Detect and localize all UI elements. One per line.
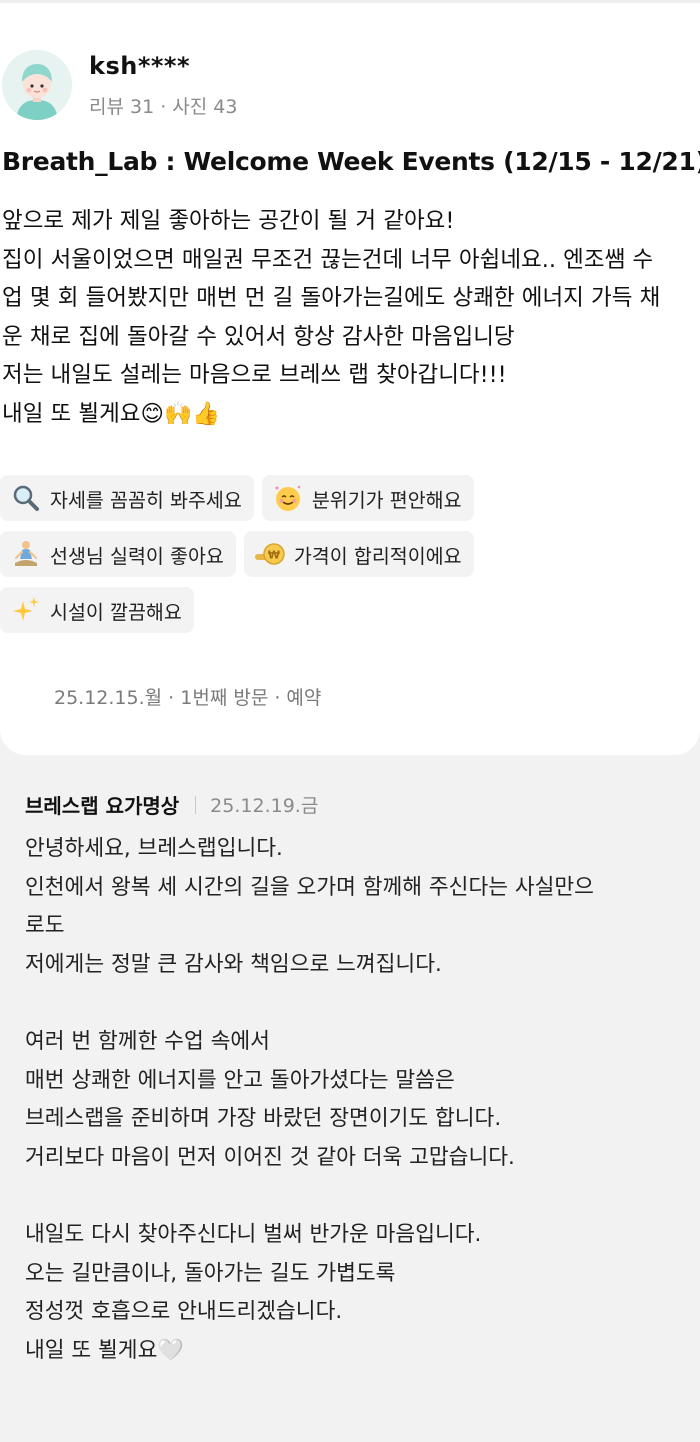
reply-line: 저에게는 정말 큰 감사와 책임으로 느껴집니다.: [25, 951, 442, 977]
reply-line: 내일 또 뵐게요🤍: [25, 1337, 185, 1363]
keyword-tag-label: 분위기가 편안해요: [311, 488, 462, 512]
reply-line: 안녕하세요, 브레스랩입니다.: [25, 836, 283, 861]
keyword-tag-label: 자세를 꼼꼼히 봐주세요: [50, 488, 242, 512]
reply-header: 브레스랩 요가명상 25.12.19.금: [25, 790, 318, 819]
review-title: Breath_Lab : Welcome Week Events (12/15 …: [2, 147, 700, 176]
coin-icon: ₩: [254, 538, 286, 570]
keyword-tag[interactable]: 분위기가 편안해요: [261, 475, 474, 521]
review-line: 내일 또 뵐게요😊🙌👍: [2, 400, 220, 427]
user-avatar-icon: [2, 50, 72, 120]
keyword-tag[interactable]: 선생님 실력이 좋아요: [0, 531, 236, 577]
keyword-tag-label: 가격이 합리적이에요: [293, 544, 462, 568]
reply-line: [25, 984, 685, 1023]
visit-info: 25.12.15.월 · 1번째 방문 · 예약: [54, 687, 322, 709]
keyword-tags-row: 자세를 꼼꼼히 봐주세요 분위기가 편안해요: [0, 475, 474, 521]
owner-reply: 브레스랩 요가명상 25.12.19.금 안녕하세요, 브레스랩입니다. 인천에…: [0, 760, 700, 1396]
review-line: 앞으로 제가 제일 좋아하는 공간이 될 거 같아요!: [2, 208, 455, 234]
reply-body: 안녕하세요, 브레스랩입니다. 인천에서 왕복 세 시간의 길을 오가며 함께해…: [25, 830, 685, 1370]
reply-line: 정성껏 호흡으로 안내드리겠습니다.: [25, 1299, 343, 1325]
sparkles-icon: [10, 594, 42, 626]
reply-line: [25, 1177, 685, 1216]
review-card: ksh**** 리뷰 31 · 사진 43 Breath_Lab : Welco…: [0, 0, 700, 755]
keyword-tags-row: 시설이 깔끔해요: [0, 587, 194, 633]
username[interactable]: ksh****: [89, 52, 190, 80]
reply-date: 25.12.19.금: [210, 795, 319, 817]
avatar[interactable]: [2, 50, 72, 120]
keyword-tag-label: 선생님 실력이 좋아요: [50, 544, 224, 568]
reply-line: 매번 상쾌한 에너지를 안고 돌아가셨다는 말씀은: [25, 1067, 455, 1093]
divider: [195, 795, 197, 814]
reply-line: 인천에서 왕복 세 시간의 길을 오가며 함께해 주신다는 사실만으: [25, 874, 594, 900]
reply-author: 브레스랩 요가명상: [25, 794, 180, 818]
review-line: 운 채로 집에 돌아갈 수 있어서 항상 감사한 마음입니당: [2, 323, 515, 350]
reply-line: 로도: [25, 913, 65, 939]
keyword-tag[interactable]: 시설이 깔끔해요: [0, 587, 194, 633]
reply-line: 거리보다 마음이 먼저 이어진 것 같아 더욱 고맙습니다.: [25, 1144, 515, 1170]
reply-line: 브레스랩을 준비하며 가장 바랐던 장면이기도 합니다.: [25, 1106, 502, 1132]
keyword-tag[interactable]: 자세를 꼼꼼히 봐주세요: [0, 475, 254, 521]
review-body: 앞으로 제가 제일 좋아하는 공간이 될 거 같아요! 집이 서울이었으면 매일…: [2, 202, 698, 433]
reply-line: 내일도 다시 찾아주신다니 벌써 반가운 마음입니다.: [25, 1221, 482, 1247]
meditation-person-icon: [10, 538, 42, 570]
review-line: 집이 서울이었으면 매일권 무조건 끊는건데 너무 아쉽네요.. 엔조쌤 수: [2, 246, 654, 273]
keyword-tag[interactable]: ₩ 가격이 합리적이에요: [243, 531, 474, 577]
svg-text:₩: ₩: [268, 549, 280, 562]
reply-line: 여러 번 함께한 수업 속에서: [25, 1028, 270, 1054]
user-review-stats: 리뷰 31 · 사진 43: [89, 96, 238, 118]
keyword-tags-row: 선생님 실력이 좋아요 ₩ 가격이 합리적이에요: [0, 531, 474, 577]
divider: [0, 0, 700, 3]
smiling-face-icon: [272, 482, 304, 514]
review-line: 업 몇 회 들어봤지만 매번 먼 길 돌아가는길에도 상쾌한 에너지 가득 채: [2, 285, 661, 311]
review-line: 저는 내일도 설레는 마음으로 브레쓰 랩 찾아갑니다!!!: [2, 362, 507, 388]
magnifier-icon: [10, 482, 42, 514]
reply-line: 오는 길만큼이나, 돌아가는 길도 가볍도록: [25, 1260, 396, 1286]
keyword-tag-label: 시설이 깔끔해요: [50, 600, 182, 624]
